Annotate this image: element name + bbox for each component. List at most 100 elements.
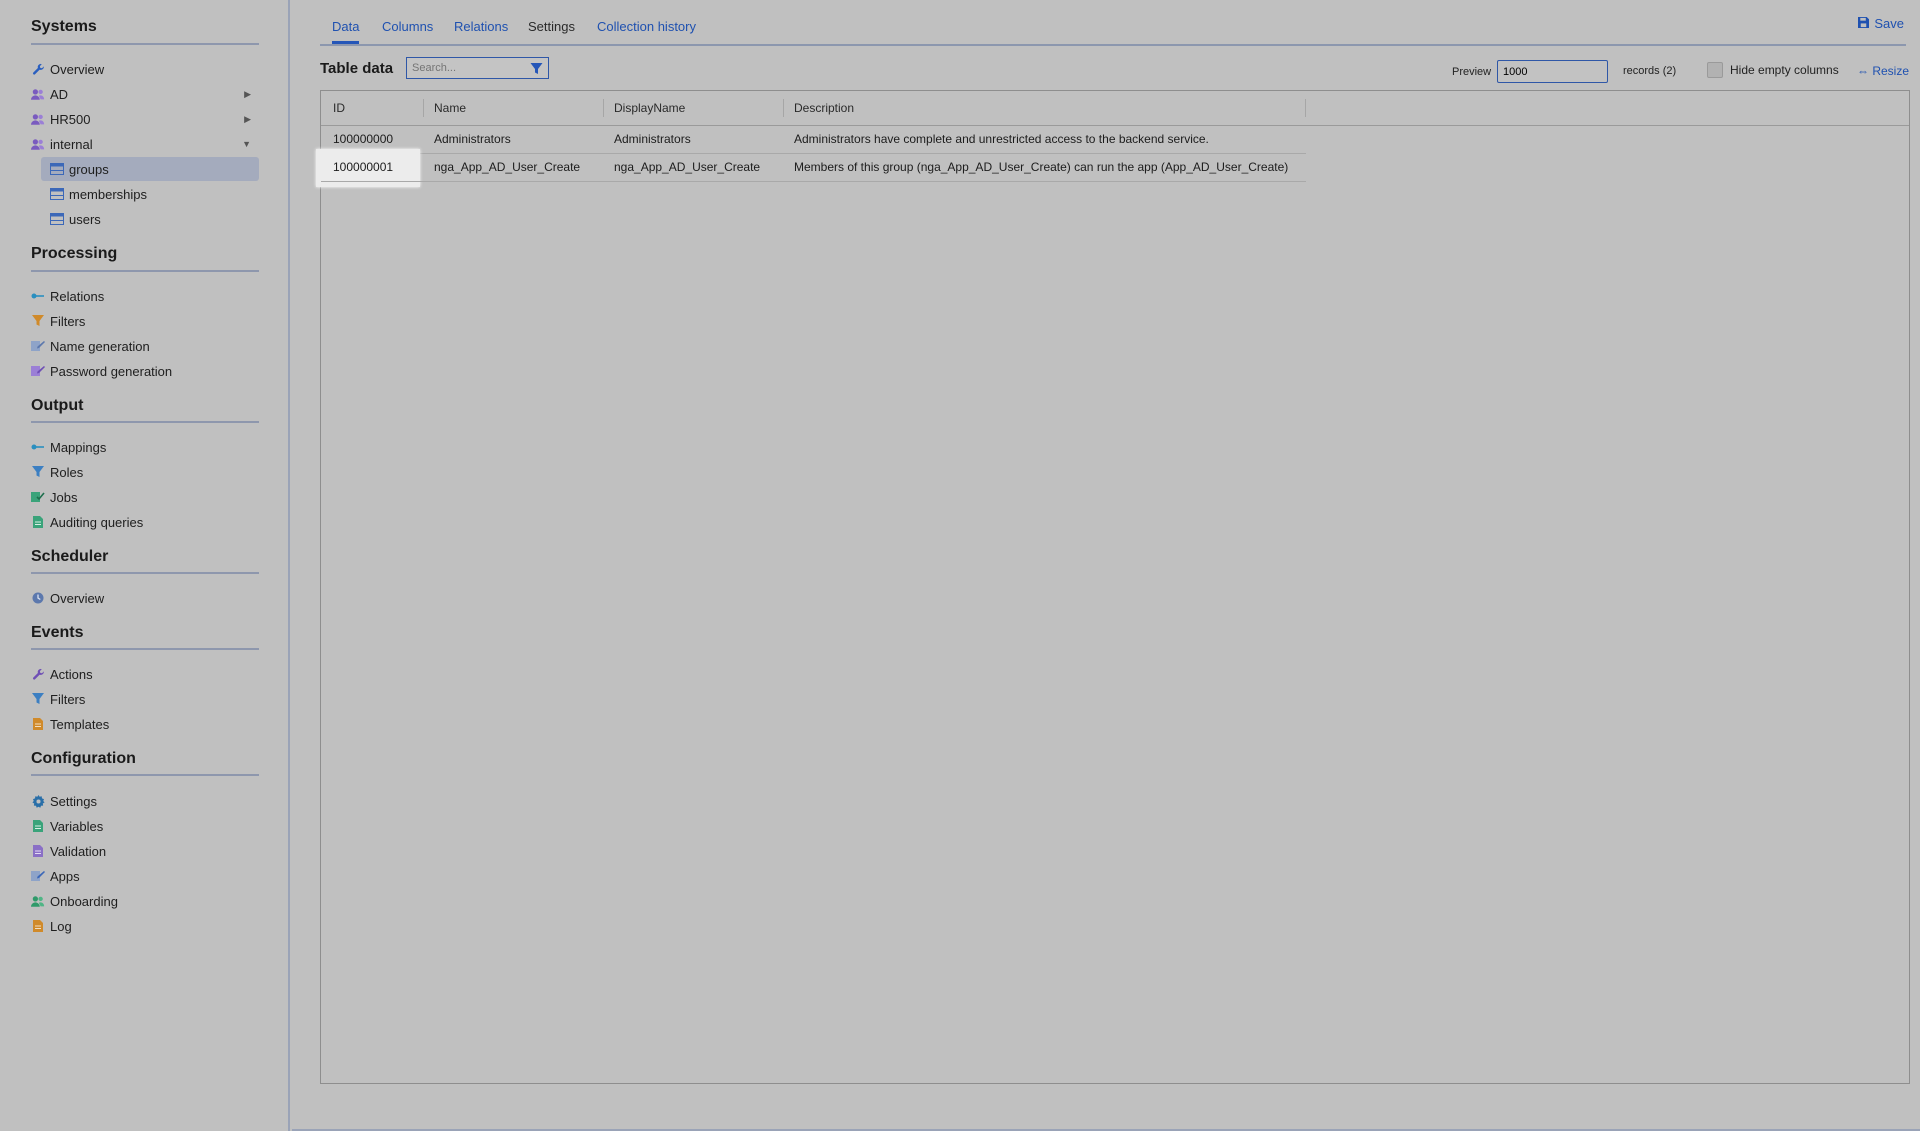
cell-name[interactable]: Administrators [434,132,511,146]
sidebar-item-validation[interactable]: Validation [31,839,259,863]
sidebar-item-roles[interactable]: Roles [31,460,259,484]
sidebar-item-relations[interactable]: Relations [31,284,259,308]
sidebar-item-hr500[interactable]: HR500 ▶ [31,107,259,131]
sidebar-item-ad[interactable]: AD ▶ [31,82,259,106]
sidebar-item-label: Jobs [50,489,78,505]
save-button[interactable]: Save [1858,16,1904,31]
sidebar-item-label: Apps [50,868,80,884]
sidebar-item-groups[interactable]: groups [41,157,259,181]
sidebar-item-label: internal [50,136,93,152]
sidebar-item-name-generation[interactable]: Name generation [31,334,259,358]
preview-label: Preview [1452,66,1492,78]
column-header-description[interactable]: Description [794,101,854,115]
section-divider [31,421,259,423]
section-divider [31,43,259,45]
sidebar-item-label: AD [50,86,69,102]
hide-empty-checkbox[interactable] [1707,62,1723,78]
resize-button[interactable]: ⇔ Resize [1857,64,1909,78]
users-icon [31,894,45,908]
sidebar-item-label: Settings [50,793,97,809]
data-table: ID Name DisplayName Description 10000000… [316,90,1910,1084]
sidebar-item-filters[interactable]: Filters [31,309,259,333]
cell-id[interactable]: 100000000 [333,132,393,146]
cell-description[interactable]: Administrators have complete and unrestr… [794,132,1209,146]
sidebar-item-password-generation[interactable]: Password generation [31,359,259,383]
table-row[interactable]: 100000000 Administrators Administrators … [321,125,1306,154]
column-header-id[interactable]: ID [333,101,345,115]
table-icon [50,187,64,201]
column-resizer[interactable] [423,99,424,117]
hide-empty-label: Hide empty columns [1730,63,1839,77]
sidebar-item-label: Name generation [50,338,150,354]
sidebar-item-label: Filters [50,313,86,329]
sidebar-item-label: Password generation [50,363,173,379]
sidebar-item-label: Relations [50,288,105,304]
sidebar-item-label: Onboarding [50,893,118,909]
sidebar-item-templates[interactable]: Templates [31,712,259,736]
section-divider [31,648,259,650]
sidebar-item-memberships[interactable]: memberships [41,182,259,206]
chevron-right-icon: ▶ [244,113,251,124]
section-divider [31,572,259,574]
cell-name[interactable]: nga_App_AD_User_Create [434,160,580,174]
sidebar-item-settings[interactable]: Settings [31,789,259,813]
cell-display-name[interactable]: nga_App_AD_User_Create [614,160,760,174]
document-icon [31,515,45,529]
cell-id[interactable]: 100000001 [333,160,393,174]
sidebar-item-label: Variables [50,818,104,834]
sidebar-item-actions[interactable]: Actions [31,662,259,686]
column-header-name[interactable]: Name [434,101,466,115]
sidebar-item-label: groups [69,161,109,177]
sidebar-item-scheduler-overview[interactable]: Overview [31,586,259,610]
hide-empty-columns-toggle[interactable]: Hide empty columns [1707,62,1839,78]
sidebar: Systems Overview AD ▶ HR500 ▶ internal ▼… [0,0,290,1131]
cell-description[interactable]: Members of this group (nga_App_AD_User_C… [794,160,1288,174]
sidebar-item-jobs[interactable]: Jobs [31,485,259,509]
checklist-icon [31,490,45,504]
sidebar-item-log[interactable]: Log [31,914,259,938]
sidebar-item-overview[interactable]: Overview [31,57,259,81]
users-icon [31,112,45,126]
sidebar-item-label: Auditing queries [50,514,144,530]
column-resizer[interactable] [1305,99,1306,117]
sidebar-item-apps[interactable]: Apps [31,864,259,888]
table-row[interactable]: 100000001 nga_App_AD_User_Create nga_App… [321,153,1306,182]
tab-relations[interactable]: Relations [454,19,508,44]
section-title-events: Events [31,624,84,641]
section-divider [31,270,259,272]
sidebar-item-users[interactable]: users [41,207,259,231]
table-icon [50,162,64,176]
chevron-right-icon: ▶ [244,88,251,99]
preview-count-input[interactable] [1497,60,1608,83]
relation-arrow-icon [31,289,45,303]
tab-settings[interactable]: Settings [528,19,575,44]
column-header-display-name[interactable]: DisplayName [614,101,685,115]
tab-collection-history[interactable]: Collection history [597,19,696,44]
sidebar-item-onboarding[interactable]: Onboarding [31,889,259,913]
document-icon [31,844,45,858]
records-count: records (2) [1623,65,1677,77]
wrench-icon [31,62,45,76]
filter-icon [31,314,45,328]
sidebar-item-label: Roles [50,464,84,480]
document-icon [31,819,45,833]
sidebar-item-auditing-queries[interactable]: Auditing queries [31,510,259,534]
document-icon [31,717,45,731]
sidebar-item-label: Validation [50,843,107,859]
column-resizer[interactable] [603,99,604,117]
search-input[interactable] [407,61,524,75]
filter-icon [31,692,45,706]
section-divider [31,774,259,776]
filter-icon[interactable] [530,62,543,80]
edit-icon [31,339,45,353]
sidebar-item-event-filters[interactable]: Filters [31,687,259,711]
section-title-scheduler: Scheduler [31,548,109,565]
tab-columns[interactable]: Columns [382,19,433,44]
tab-data[interactable]: Data [332,19,360,44]
resize-arrows-icon: ⇔ [1857,64,1869,78]
column-resizer[interactable] [783,99,784,117]
sidebar-item-internal[interactable]: internal ▼ [31,132,259,156]
sidebar-item-variables[interactable]: Variables [31,814,259,838]
sidebar-item-mappings[interactable]: Mappings [31,435,259,459]
cell-display-name[interactable]: Administrators [614,132,691,146]
